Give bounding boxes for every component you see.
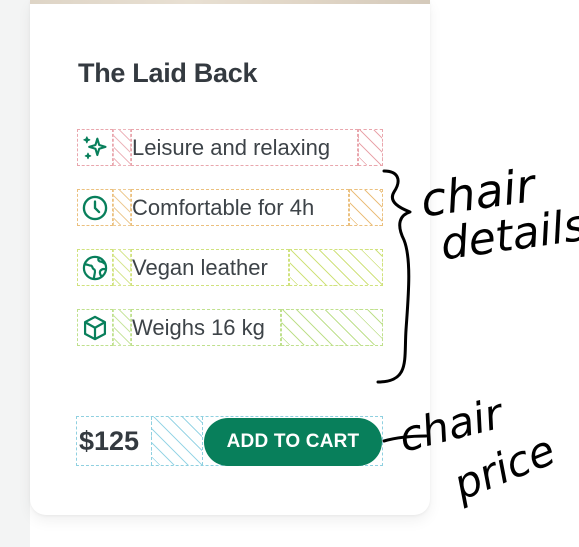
price-row: $125 ADD TO CART [76,416,383,466]
detail-label: Vegan leather [131,249,289,286]
add-to-cart-button[interactable]: ADD TO CART [204,418,382,466]
spacing-marker [289,249,383,286]
spacing-marker [113,249,131,286]
product-price: $125 [79,426,140,456]
detail-item-weight: Weighs 16 kg [77,309,383,346]
spacing-marker [113,129,131,166]
spacing-marker [113,309,131,346]
box-icon [77,309,113,346]
spacing-marker [113,189,131,226]
spacing-marker [151,417,203,465]
spacing-marker [358,129,383,166]
product-photo [30,0,430,4]
detail-item-comfort: Comfortable for 4h [77,189,383,226]
detail-label: Comfortable for 4h [131,189,349,226]
detail-label: Weighs 16 kg [131,309,281,346]
sparkles-icon [77,129,113,166]
spacing-marker [349,189,383,226]
page-edge [0,0,30,547]
clock-icon [77,189,113,226]
product-title: The Laid Back [78,58,258,88]
detail-item-leisure: Leisure and relaxing [77,129,383,166]
spacing-marker [281,309,383,346]
globe-icon [77,249,113,286]
detail-label: Leisure and relaxing [131,129,358,166]
detail-item-material: Vegan leather [77,249,383,286]
